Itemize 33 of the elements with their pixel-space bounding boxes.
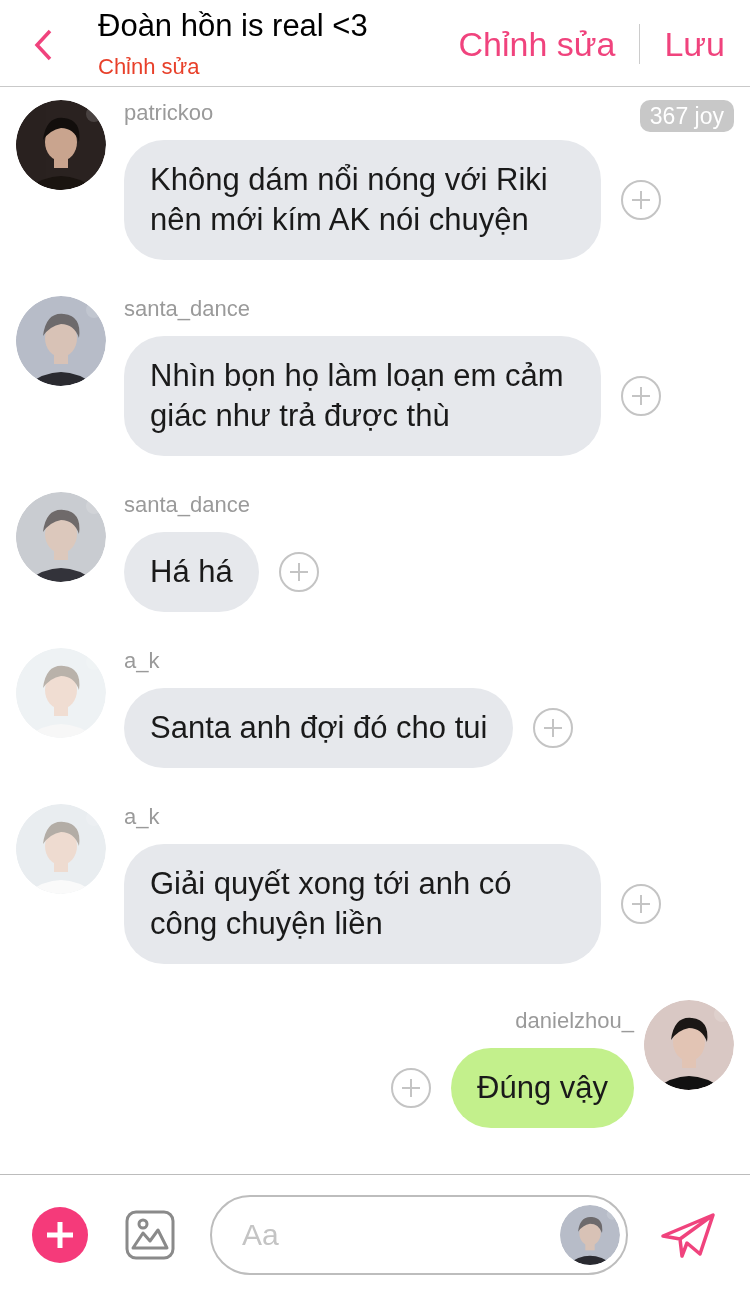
sender-name: santa_dance bbox=[124, 296, 250, 323]
add-reaction-button[interactable] bbox=[621, 180, 661, 220]
plus-icon bbox=[631, 894, 651, 914]
message-bubble: Giải quyết xong tới anh có công chuyện liền bbox=[124, 844, 601, 964]
sender-name: santa_dance bbox=[124, 492, 250, 519]
back-button[interactable] bbox=[33, 28, 53, 62]
plus-icon bbox=[631, 386, 651, 406]
plus-icon bbox=[288, 562, 309, 582]
add-reaction-button[interactable] bbox=[621, 376, 661, 416]
add-reaction-button[interactable] bbox=[391, 1068, 432, 1108]
message-bubble: Há há bbox=[124, 532, 259, 612]
message-bubble: Santa anh đợi đó cho tui bbox=[124, 688, 514, 768]
add-reaction-button[interactable] bbox=[621, 884, 661, 924]
add-reaction-button[interactable] bbox=[533, 708, 574, 748]
message-input[interactable]: Aa bbox=[210, 1194, 628, 1275]
plus-icon bbox=[401, 1078, 422, 1098]
header-action-button[interactable]: Chỉnh sửa bbox=[458, 24, 616, 64]
sender-name: a_k bbox=[124, 648, 160, 675]
plus-icon bbox=[543, 718, 564, 738]
plus-icon bbox=[631, 190, 651, 210]
sender-name: patrickoo bbox=[124, 100, 214, 127]
message-bubble: Không dám nổi nóng với Riki nên mới kím AK nói chuyện bbox=[124, 140, 601, 260]
edit-link[interactable]: Chỉnh sửa bbox=[98, 54, 200, 80]
plus-icon bbox=[45, 1219, 75, 1250]
sender-name: danielzhou_ bbox=[515, 1008, 634, 1035]
send-icon[interactable] bbox=[660, 1211, 716, 1258]
message-bubble: Nhìn bọn họ làm loạn em cảm giác như trả được thù bbox=[124, 336, 601, 456]
sender-name: a_k bbox=[124, 804, 160, 831]
message-bubble: Đúng vậy bbox=[451, 1048, 634, 1128]
add-reaction-button[interactable] bbox=[278, 552, 319, 592]
image-icon[interactable] bbox=[125, 1209, 175, 1260]
header-action-button[interactable]: Lưu bbox=[664, 24, 725, 64]
chat-title: Đoàn hồn is real <3 bbox=[98, 8, 368, 44]
